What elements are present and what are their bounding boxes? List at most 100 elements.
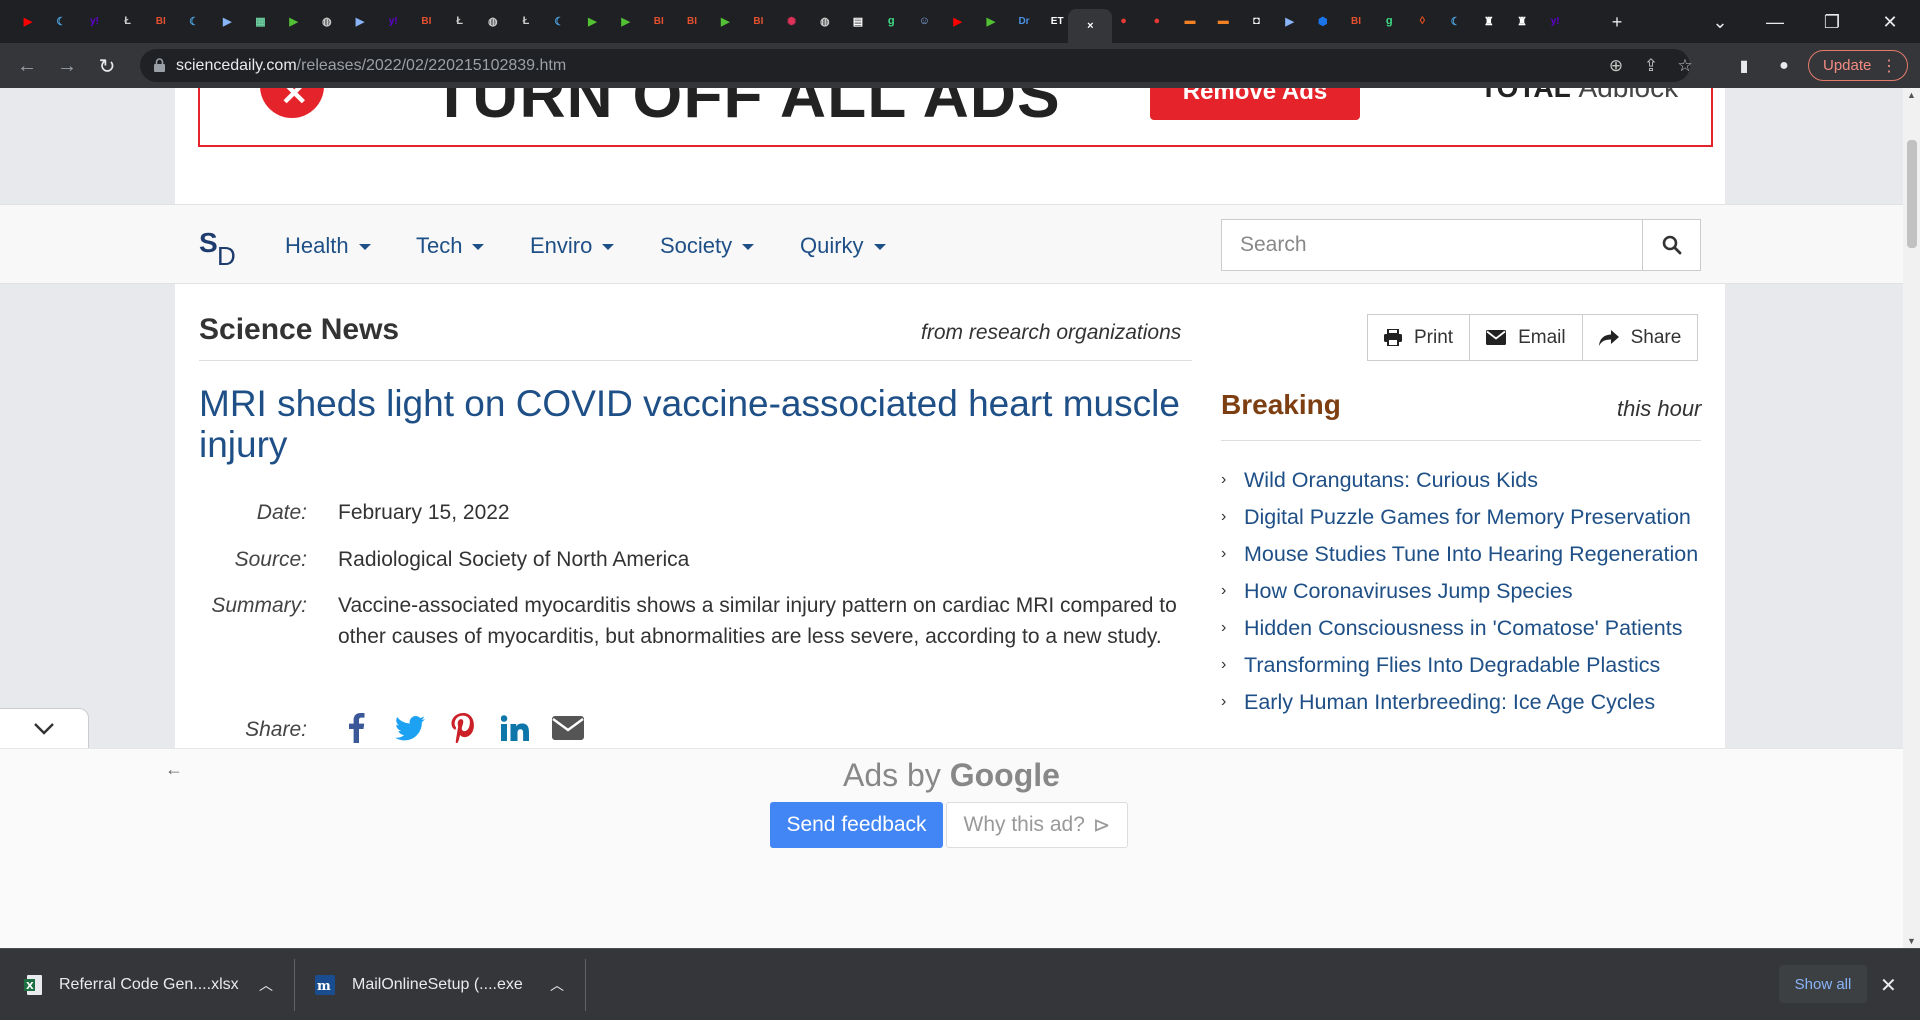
browser-tab[interactable]: ▤ — [846, 9, 870, 33]
print-button[interactable]: Print — [1368, 315, 1471, 360]
browser-tab[interactable]: y! — [381, 9, 405, 33]
address-bar[interactable]: sciencedaily.com/releases/2022/02/220215… — [140, 49, 1693, 82]
download-item[interactable]: m MailOnlineSetup (....exe ︿ — [315, 949, 585, 1021]
adblock-ad-banner[interactable]: ✕ TURN OFF ALL ADS Remove Ads TOTAL Adbl… — [198, 88, 1713, 147]
twitter-icon[interactable] — [393, 711, 427, 745]
minimize-icon[interactable]: — — [1755, 8, 1795, 36]
browser-tab[interactable]: ▶ — [580, 9, 604, 33]
forward-icon[interactable]: → — [52, 51, 82, 81]
email-icon[interactable] — [551, 711, 585, 745]
nav-society[interactable]: Society — [660, 233, 755, 259]
collapse-ad-button[interactable] — [0, 708, 89, 748]
update-button[interactable]: Update ⋮ — [1808, 50, 1908, 81]
page-scrollbar[interactable]: ▲ ▼ — [1903, 88, 1920, 948]
download-item[interactable]: X Referral Code Gen....xlsx ︿ — [24, 949, 294, 1021]
browser-tab[interactable]: Ł — [514, 9, 538, 33]
browser-tab[interactable]: g — [1377, 9, 1401, 33]
browser-tab[interactable]: ▶ — [614, 9, 638, 33]
active-tab[interactable]: × — [1068, 9, 1113, 43]
browser-tab[interactable]: ◘ — [1244, 9, 1268, 33]
share-button[interactable]: Share — [1583, 315, 1698, 360]
new-tab-button[interactable]: + — [1597, 8, 1637, 36]
active-close-icon[interactable]: × — [1081, 17, 1099, 35]
chevron-up-icon[interactable]: ︿ — [550, 975, 564, 995]
browser-tab[interactable]: ▦ — [248, 9, 272, 33]
window-close-icon[interactable]: ✕ — [1870, 8, 1910, 36]
send-feedback-button[interactable]: Send feedback — [770, 802, 943, 848]
browser-tab[interactable]: ▶ — [215, 9, 239, 33]
linkedin-icon[interactable] — [498, 711, 532, 745]
browser-tab[interactable]: ▬ — [1211, 9, 1235, 33]
search-input[interactable] — [1222, 220, 1642, 270]
breaking-item[interactable]: › How Coronaviruses Jump Species — [1221, 575, 1701, 607]
share-page-icon[interactable]: ⇪ — [1640, 55, 1662, 77]
facebook-icon[interactable] — [340, 711, 374, 745]
browser-tab[interactable]: ♜ — [1477, 9, 1501, 33]
browser-tab[interactable]: ▶ — [16, 9, 40, 33]
reload-icon[interactable]: ↻ — [92, 51, 122, 81]
browser-tab[interactable]: ● — [1112, 9, 1136, 33]
browser-tab[interactable]: ▶ — [348, 9, 372, 33]
breaking-item[interactable]: › Digital Puzzle Games for Memory Preserv… — [1221, 501, 1701, 533]
bookmark-star-icon[interactable]: ☆ — [1674, 55, 1696, 77]
browser-tab[interactable]: BI — [746, 9, 770, 33]
show-all-downloads-button[interactable]: Show all — [1779, 965, 1867, 1003]
zoom-icon[interactable]: ⊕ — [1605, 55, 1627, 77]
profile-icon[interactable]: ● — [1773, 55, 1795, 77]
browser-tab[interactable]: ▶ — [713, 9, 737, 33]
browser-tab[interactable]: ▶ — [946, 9, 970, 33]
browser-tab[interactable]: ◍ — [481, 9, 505, 33]
browser-tab[interactable]: BI — [1344, 9, 1368, 33]
scrollbar-thumb[interactable] — [1907, 140, 1917, 248]
chevron-up-icon[interactable]: ︿ — [259, 975, 273, 995]
browser-tab[interactable]: ☾ — [547, 9, 571, 33]
close-shelf-icon[interactable]: ✕ — [1880, 973, 1897, 998]
scroll-up-icon[interactable]: ▲ — [1907, 90, 1916, 100]
browser-tab[interactable]: ▶ — [1278, 9, 1302, 33]
breaking-item[interactable]: › Transforming Flies Into Degradable Plas… — [1221, 649, 1701, 681]
back-arrow-icon[interactable]: ← — [165, 759, 183, 780]
browser-tab[interactable]: Ł — [116, 9, 140, 33]
browser-tab[interactable]: BI — [680, 9, 704, 33]
search-button[interactable] — [1642, 220, 1700, 270]
browser-tab[interactable]: ⬢ — [1311, 9, 1335, 33]
browser-tab[interactable]: ☺ — [912, 9, 936, 33]
restore-icon[interactable]: ❐ — [1812, 8, 1852, 36]
breaking-item[interactable]: › Early Human Interbreeding: Ice Age Cycl… — [1221, 686, 1701, 718]
browser-tab[interactable]: ▬ — [1178, 9, 1202, 33]
browser-tab[interactable]: ☾ — [49, 9, 73, 33]
browser-tab[interactable]: ☾ — [1444, 9, 1468, 33]
nav-tech[interactable]: Tech — [416, 233, 485, 259]
nav-enviro[interactable]: Enviro — [530, 233, 615, 259]
why-this-ad-button[interactable]: Why this ad? ⊳ — [946, 802, 1128, 848]
remove-ads-button[interactable]: Remove Ads — [1150, 88, 1360, 120]
browser-tab[interactable]: ET — [1045, 9, 1069, 33]
browser-tab[interactable]: ☾ — [182, 9, 206, 33]
browser-tab[interactable]: ▶ — [979, 9, 1003, 33]
email-button[interactable]: Email — [1470, 315, 1583, 360]
browser-tab[interactable]: ✺ — [780, 9, 804, 33]
breaking-item[interactable]: › Mouse Studies Tune Into Hearing Regener… — [1221, 538, 1701, 570]
menu-icon[interactable]: ⋮ — [1881, 56, 1897, 76]
browser-tab[interactable]: y! — [1543, 9, 1567, 33]
scroll-down-icon[interactable]: ▼ — [1907, 936, 1916, 946]
breaking-item[interactable]: › Wild Orangutans: Curious Kids — [1221, 464, 1701, 496]
browser-tab[interactable]: y! — [82, 9, 106, 33]
browser-tab[interactable]: BI — [149, 9, 173, 33]
browser-tab[interactable]: g — [879, 9, 903, 33]
side-panel-icon[interactable]: ▮ — [1733, 55, 1755, 77]
nav-health[interactable]: Health — [285, 233, 371, 259]
browser-tab[interactable]: ▶ — [282, 9, 306, 33]
browser-tab[interactable]: ● — [1145, 9, 1169, 33]
browser-tab[interactable]: ◍ — [813, 9, 837, 33]
pinterest-icon[interactable] — [446, 711, 480, 745]
browser-tab[interactable]: Ł — [448, 9, 472, 33]
browser-tab[interactable]: ◊ — [1410, 9, 1434, 33]
browser-tab[interactable]: Dr — [1012, 9, 1036, 33]
browser-tab[interactable]: BI — [647, 9, 671, 33]
tab-search-icon[interactable]: ⌄ — [1700, 8, 1740, 36]
browser-tab[interactable]: ♜ — [1510, 9, 1534, 33]
browser-tab[interactable]: BI — [414, 9, 438, 33]
back-icon[interactable]: ← — [12, 51, 42, 81]
breaking-item[interactable]: › Hidden Consciousness in 'Comatose' Pati… — [1221, 612, 1701, 644]
